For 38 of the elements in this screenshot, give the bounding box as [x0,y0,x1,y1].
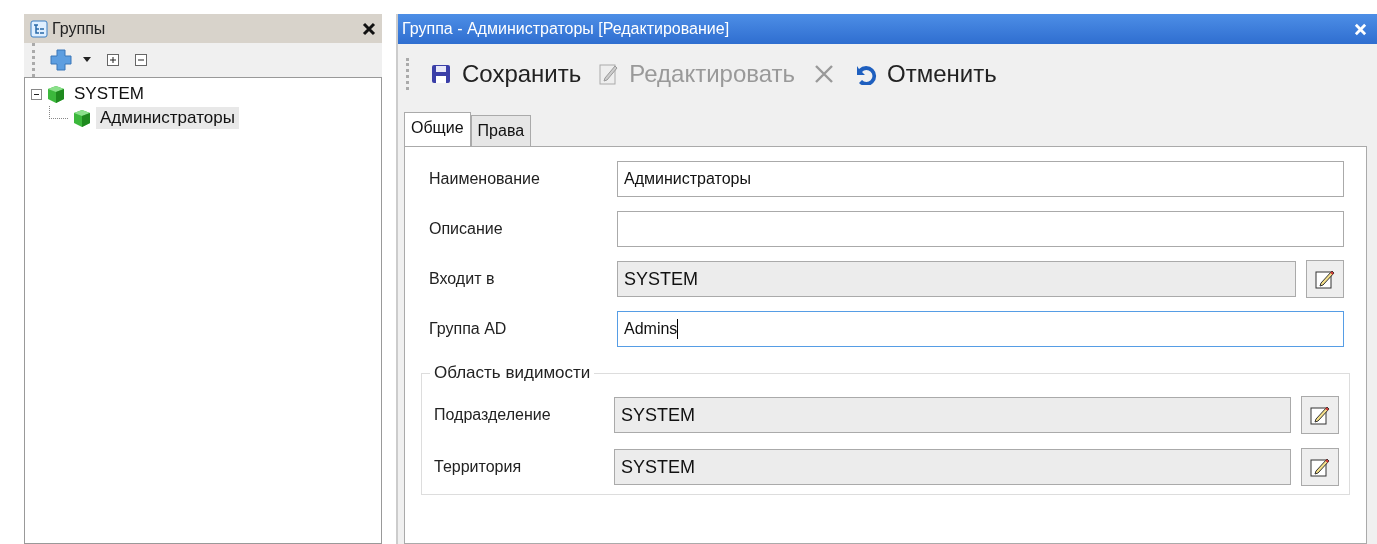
add-icon[interactable] [49,48,73,72]
tab[interactable]: Общие [404,112,471,147]
cube-icon [46,84,66,104]
edit-picker-button[interactable] [1301,448,1339,486]
group-box-title: Область видимости [430,363,595,383]
cancel-button[interactable]: Отменить [847,58,1003,90]
collapse-all-icon[interactable] [135,54,147,66]
input-field[interactable]: SYSTEM [614,449,1291,485]
cross-icon [813,63,836,85]
tree-item[interactable]: Администраторы [96,107,239,129]
tab[interactable]: Права [470,115,532,147]
input-field[interactable]: SYSTEM [617,261,1296,297]
tree-view-icon [30,19,48,38]
dropdown-caret-icon[interactable] [83,57,91,63]
input-field[interactable]: Администраторы [617,161,1344,197]
tree-item[interactable]: SYSTEM [70,83,148,105]
cube-icon [72,108,92,128]
edit-picker-button[interactable] [1306,260,1344,298]
field-label: Описание [429,220,504,238]
collapse-toggle-icon[interactable] [31,88,42,100]
field-label: Территория [434,458,523,476]
input-field[interactable] [617,211,1344,247]
expand-all-icon[interactable] [107,54,119,66]
input-field[interactable]: Admins [617,311,1344,347]
pencil-icon [1309,404,1331,426]
field-label: Подразделение [434,406,552,424]
pencil-icon [1309,456,1331,478]
edit-icon [599,62,620,86]
save-button[interactable]: Сохранить [424,58,588,90]
close-icon[interactable] [362,21,376,36]
field-label: Группа AD [429,320,508,338]
input-field[interactable]: SYSTEM [614,397,1291,433]
edit-picker-button[interactable] [1301,396,1339,434]
panel-title: Группы [52,19,107,38]
field-label: Наименование [429,170,541,188]
window-title: Группа - Администраторы [Редактирование] [402,20,731,38]
pencil-icon [1314,268,1336,290]
field-label: Входит в [429,270,496,288]
